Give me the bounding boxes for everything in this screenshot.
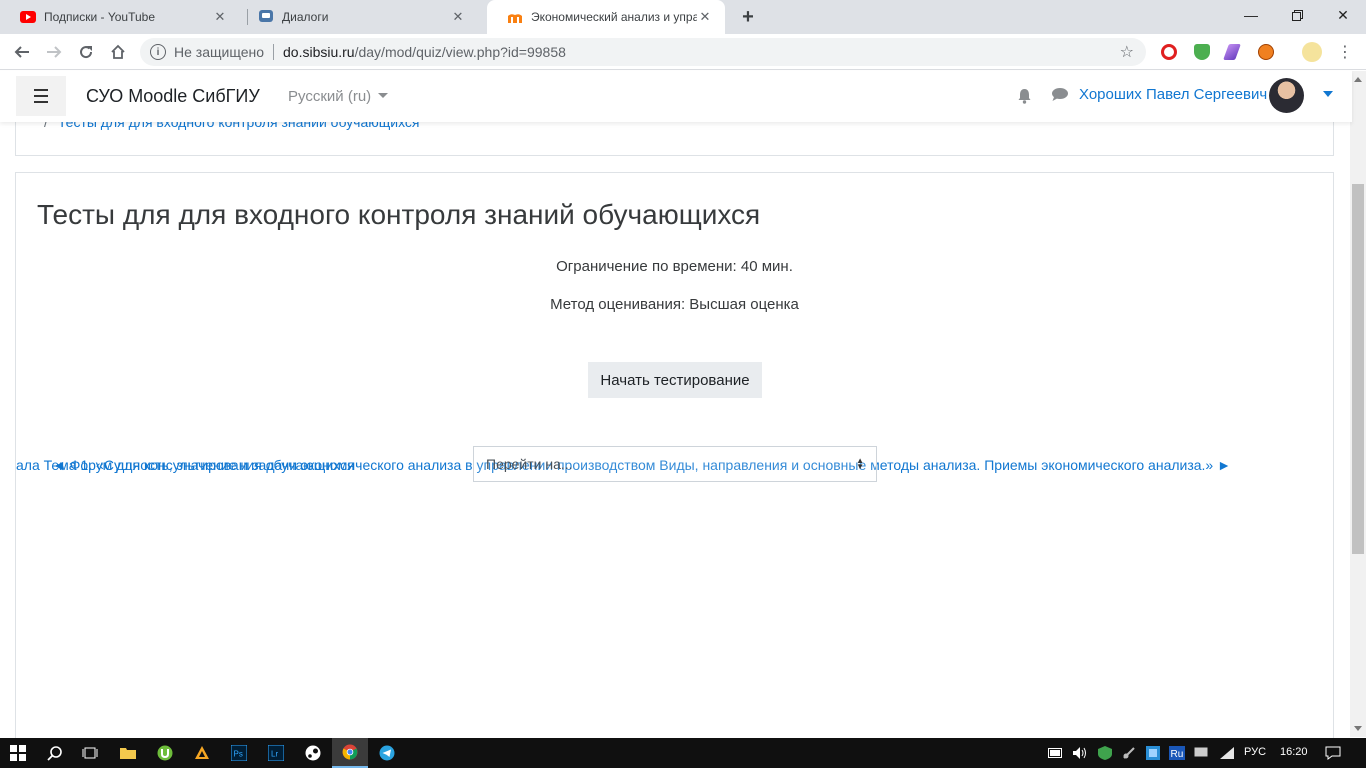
address-bar[interactable]: i Не защищено do.sibsiu.ru/day/mod/quiz/… (140, 38, 1146, 66)
svg-text:Ru: Ru (1171, 749, 1184, 760)
close-window-button[interactable]: ✕ (1320, 0, 1366, 30)
browser-toolbar: i Не защищено do.sibsiu.ru/day/mod/quiz/… (0, 34, 1366, 70)
app-tray-icon[interactable] (1141, 738, 1165, 768)
grading-method-text: Метод оценивания: Высшая оценка (550, 296, 799, 313)
chevron-down-icon (378, 93, 389, 98)
language-label: Русский (ru) (288, 88, 372, 105)
activity-navigation: ала Тема 1. «Сущность, значение и задачи… (16, 446, 1333, 482)
home-button[interactable] (106, 40, 130, 64)
lightroom-icon[interactable]: Lr (258, 738, 294, 768)
tab-title: Экономический анализ и управ (531, 10, 697, 24)
scroll-up-icon[interactable] (1354, 77, 1362, 82)
security-label: Не защищено (174, 44, 264, 60)
quiz-main-region: Тесты для для входного контроля знаний о… (15, 172, 1334, 752)
forum-activity-link[interactable]: ◄ Форум для консультирования обучающихся (52, 457, 355, 473)
telegram-icon[interactable] (369, 738, 405, 768)
tab-title: Подписки - YouTube (44, 10, 156, 24)
divider (273, 44, 274, 60)
search-icon[interactable] (37, 738, 73, 768)
user-name[interactable]: Хороших Павел Сергеевич (1079, 86, 1267, 103)
tab-dialogs[interactable]: Диалоги ✕ (238, 0, 478, 34)
tab-moodle-active[interactable]: Экономический анализ и управ ✕ (487, 0, 725, 34)
utorrent-icon[interactable] (147, 738, 183, 768)
moodle-icon (507, 9, 523, 25)
close-tab-icon[interactable]: ✕ (450, 9, 466, 25)
language-menu[interactable]: Русский (ru) (288, 88, 389, 105)
page-scrollbar[interactable] (1350, 71, 1366, 737)
taskbar-clock[interactable]: 16:20 (1280, 746, 1308, 758)
url-path: /day/mod/quiz/view.php?id=99858 (354, 44, 566, 60)
hamburger-icon (34, 87, 48, 105)
close-tab-icon[interactable]: ✕ (697, 9, 713, 25)
user-avatar[interactable] (1269, 78, 1304, 113)
scroll-down-icon[interactable] (1354, 726, 1362, 731)
jump-to-value: Перейти на... (486, 456, 573, 472)
file-explorer-icon[interactable] (110, 738, 146, 768)
windows-taskbar: Ps Lr Ru РУС 16:20 (0, 738, 1366, 768)
battery-icon[interactable] (1044, 738, 1068, 768)
profile-avatar-icon[interactable] (1302, 42, 1322, 62)
task-view-icon[interactable] (72, 738, 108, 768)
windows-start-icon[interactable] (0, 738, 36, 768)
shield-extension-icon[interactable] (1194, 44, 1210, 60)
user-menu-chevron-icon[interactable] (1323, 91, 1333, 97)
input-language-indicator[interactable]: РУС (1244, 746, 1266, 758)
tab-youtube[interactable]: Подписки - YouTube ✕ (0, 0, 240, 34)
new-tab-button[interactable]: + (736, 5, 760, 29)
opera-adblock-icon[interactable] (1161, 44, 1177, 60)
start-quiz-button[interactable]: Начать тестирование (588, 362, 762, 398)
volume-icon[interactable] (1068, 738, 1092, 768)
select-arrows-icon: ▲ ▼ (856, 456, 864, 471)
display-tray-icon[interactable] (1189, 738, 1213, 768)
time-limit-text: Ограничение по времени: 40 мин. (556, 258, 793, 275)
site-brand[interactable]: СУО Moodle СибГИУ (86, 86, 260, 107)
action-center-icon[interactable] (1315, 738, 1351, 768)
svg-text:Ps: Ps (234, 750, 243, 759)
youtube-icon (20, 9, 36, 25)
close-tab-icon[interactable]: ✕ (212, 9, 228, 25)
tab-title: Диалоги (282, 10, 329, 24)
vk-messages-icon (258, 9, 274, 25)
hamburger-menu-button[interactable] (16, 76, 66, 116)
forward-button[interactable] (42, 40, 66, 64)
info-icon[interactable]: i (150, 44, 166, 60)
chrome-menu-icon[interactable]: ⋮ (1333, 40, 1357, 64)
kaspersky-tray-icon[interactable] (1093, 738, 1117, 768)
back-button[interactable] (10, 40, 34, 64)
restore-button[interactable] (1274, 0, 1320, 30)
page-title: Тесты для для входного контроля знаний о… (37, 199, 761, 230)
notification-bell-icon[interactable] (1017, 88, 1033, 104)
ru-tray-icon[interactable]: Ru (1165, 738, 1189, 768)
svg-text:Lr: Lr (271, 750, 278, 759)
jump-to-select[interactable]: Перейти на... ▲ ▼ (473, 446, 877, 482)
aimp-icon[interactable] (184, 738, 220, 768)
bookmark-star-icon[interactable]: ☆ (1120, 42, 1134, 62)
feather-extension-icon[interactable] (1223, 44, 1241, 60)
photoshop-icon[interactable]: Ps (221, 738, 257, 768)
minimize-button[interactable]: — (1228, 0, 1274, 30)
ball-extension-icon[interactable] (1258, 44, 1274, 60)
scrollbar-thumb[interactable] (1352, 184, 1364, 554)
chrome-taskbar-icon[interactable] (332, 738, 368, 768)
url-host: do.sibsiu.ru (283, 44, 355, 60)
network-tray-icon[interactable] (1117, 738, 1141, 768)
wifi-icon[interactable] (1215, 738, 1239, 768)
moodle-navbar: СУО Moodle СибГИУ Русский (ru) Хороших П… (0, 71, 1352, 122)
reload-button[interactable] (74, 40, 98, 64)
steam-icon[interactable] (295, 738, 331, 768)
messages-icon[interactable] (1051, 87, 1069, 106)
browser-tab-strip: Подписки - YouTube ✕ Диалоги ✕ Экономиче… (0, 0, 1366, 34)
